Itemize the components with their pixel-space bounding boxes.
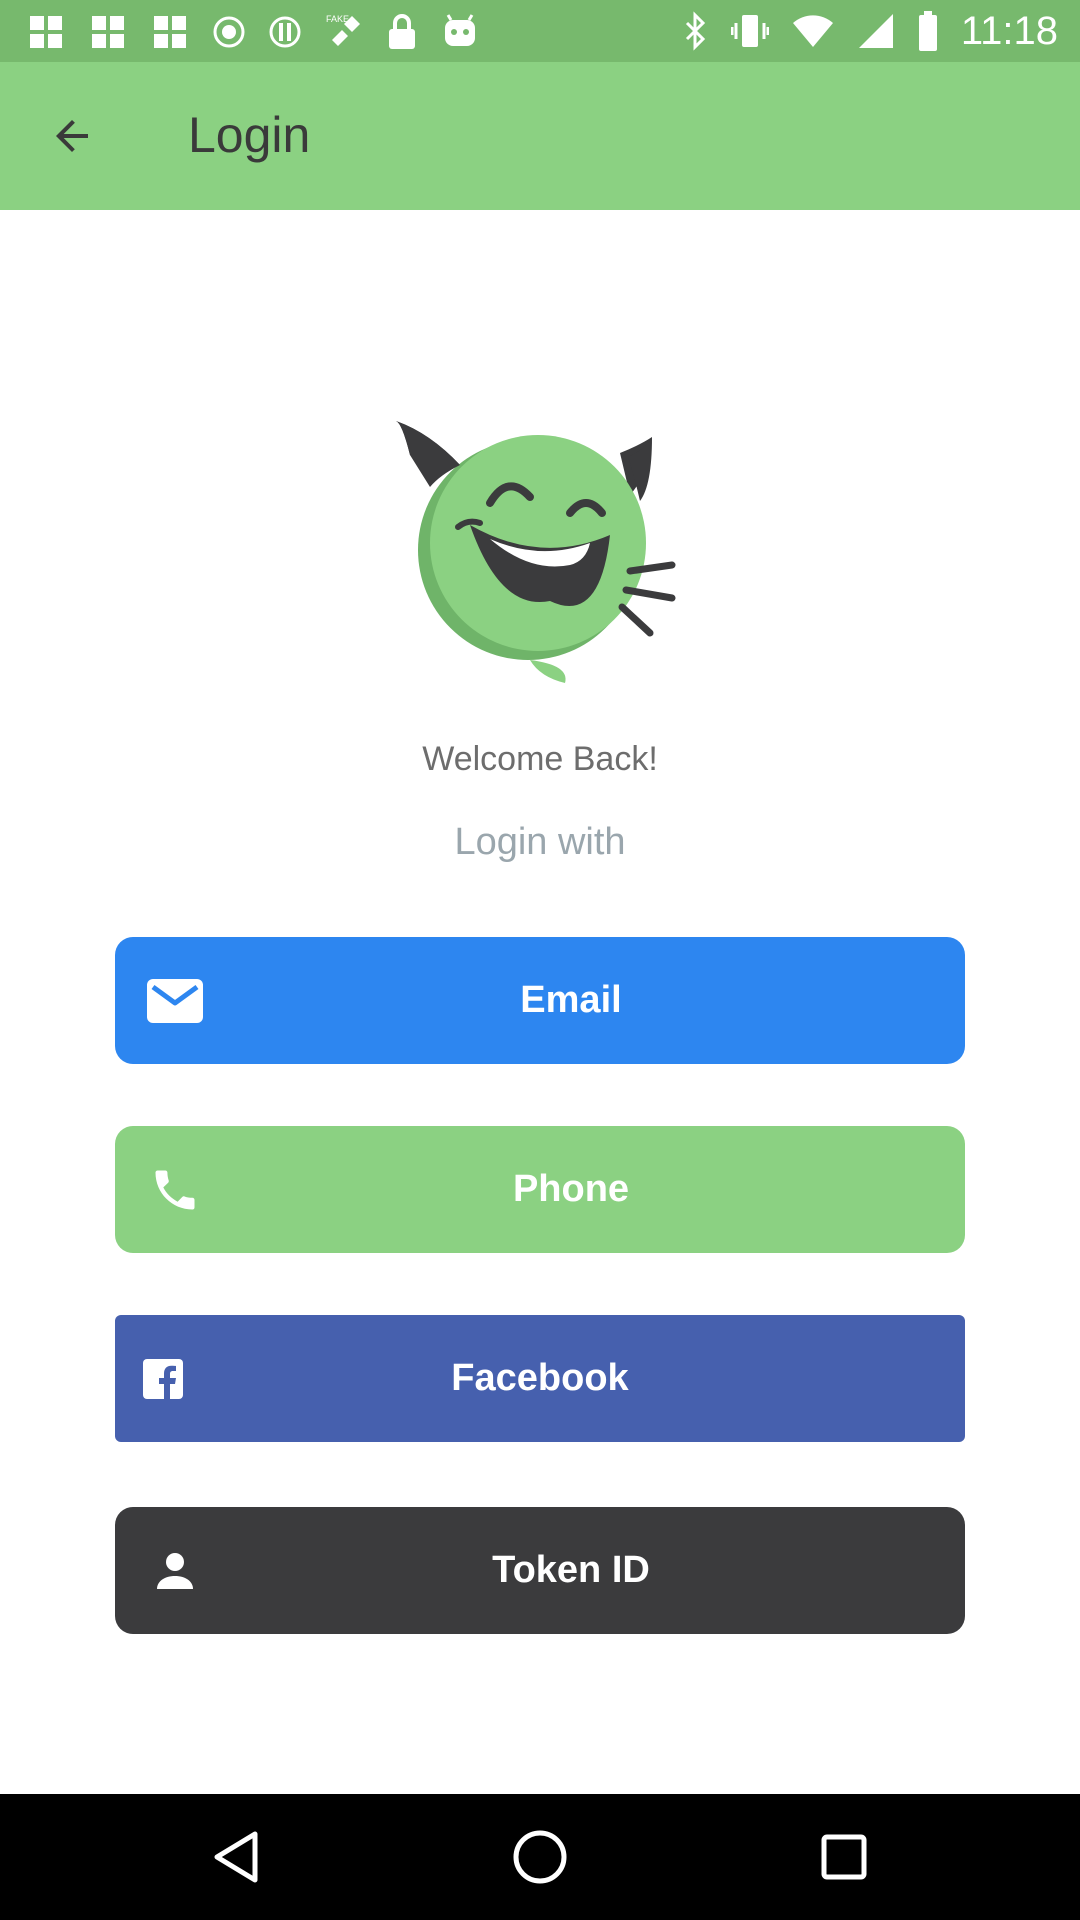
login-with-text: Login with	[454, 821, 626, 863]
status-time: 11:18	[960, 8, 1058, 53]
back-triangle-icon	[214, 1831, 258, 1883]
battery-icon	[918, 11, 937, 51]
signal-icon	[858, 14, 893, 48]
mascot-logo	[396, 421, 676, 683]
fake-satellite-icon: FAKE	[326, 14, 360, 46]
nav-home-button[interactable]	[510, 1827, 570, 1887]
back-button[interactable]	[36, 100, 108, 172]
email-button-label: Email	[520, 979, 622, 1021]
svg-text:FAKE: FAKE	[326, 14, 349, 24]
app-toolbar: Login	[0, 62, 1080, 210]
android-icon	[445, 14, 475, 46]
person-icon	[145, 1541, 205, 1601]
welcome-text: Welcome Back!	[422, 740, 658, 778]
facebook-button-label: Facebook	[451, 1357, 629, 1399]
block-icon	[269, 16, 301, 48]
arrow-back-icon	[56, 120, 88, 152]
facebook-login-button[interactable]: Facebook	[115, 1315, 965, 1442]
wifi-icon	[792, 15, 833, 47]
app-icon	[154, 16, 186, 48]
mail-icon	[145, 971, 205, 1031]
email-login-button[interactable]: Email	[115, 937, 965, 1064]
page-title: Login	[188, 107, 311, 163]
nav-back-button[interactable]	[206, 1827, 266, 1887]
app-icon	[92, 16, 124, 48]
dot-circle-icon	[213, 16, 245, 48]
status-left-icons: FAKE	[26, 12, 480, 52]
phone-button-label: Phone	[512, 1168, 630, 1210]
phone-login-button[interactable]: Phone	[115, 1126, 965, 1253]
vibrate-icon	[730, 15, 769, 47]
home-circle-icon	[513, 1830, 567, 1884]
token-id-button-label: Token ID	[492, 1549, 650, 1591]
status-bar: FAKE 11:18	[0, 0, 1080, 62]
recents-square-icon	[821, 1834, 867, 1880]
nav-recents-button[interactable]	[814, 1827, 874, 1887]
status-right-icons: 11:18	[683, 8, 1058, 54]
phone-icon	[145, 1160, 205, 1220]
lock-icon	[389, 14, 415, 49]
facebook-icon	[133, 1349, 193, 1409]
token-id-login-button[interactable]: Token ID	[115, 1507, 965, 1634]
system-nav-bar	[0, 1794, 1080, 1920]
bluetooth-icon	[685, 11, 705, 51]
app-icon	[30, 16, 62, 48]
